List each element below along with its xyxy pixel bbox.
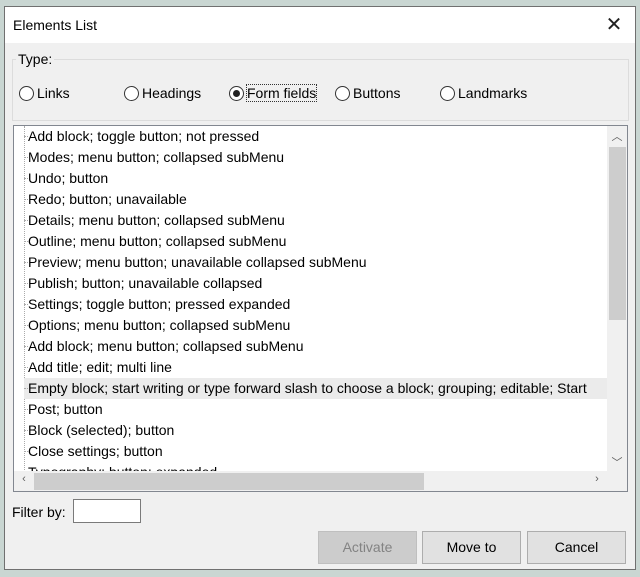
radio-label: Headings (142, 85, 202, 101)
radio-links[interactable]: Links (19, 85, 70, 101)
list-item[interactable]: Add block; menu button; collapsed subMen… (24, 336, 304, 357)
list-item[interactable]: Close settings; button (24, 441, 163, 462)
filter-label: Filter by: (12, 504, 66, 520)
elements-list[interactable]: Add block; toggle button; not pressed Mod… (13, 125, 628, 492)
move-to-button[interactable]: Move to (422, 531, 521, 564)
elements-list-dialog: Elements List ✕ Type: Links Headings Form … (4, 6, 636, 570)
list-item[interactable]: Options; menu button; collapsed subMenu (24, 315, 290, 336)
dialog-title: Elements List (13, 17, 98, 33)
list-item[interactable]: Modes; menu button; collapsed subMenu (24, 147, 284, 168)
scroll-corner (607, 471, 627, 491)
list-item[interactable]: Publish; button; unavailable collapsed (24, 273, 262, 294)
vertical-scroll-thumb[interactable] (609, 147, 626, 320)
scroll-down-icon[interactable]: ﹀ (607, 454, 627, 470)
list-item[interactable]: Redo; button; unavailable (24, 189, 187, 210)
radio-circle[interactable] (440, 85, 455, 101)
activate-button[interactable]: Activate (318, 531, 417, 564)
scroll-up-icon[interactable]: ︿ (607, 128, 627, 144)
list-item[interactable]: Settings; toggle button; pressed expande… (24, 294, 290, 315)
list-item[interactable]: Preview; menu button; unavailable collap… (24, 252, 367, 273)
list-item[interactable]: Add title; edit; multi line (24, 357, 172, 378)
radio-label: Landmarks (458, 85, 528, 101)
radio-label: Buttons (353, 85, 401, 101)
close-icon[interactable]: ✕ (599, 11, 629, 39)
list-item[interactable]: Empty block; start writing or type forwa… (24, 378, 607, 399)
list-item[interactable]: Undo; button (24, 168, 108, 189)
radio-label: Links (37, 85, 70, 101)
scroll-left-icon[interactable]: ‹ (14, 473, 34, 485)
list-item[interactable]: Post; button (24, 399, 103, 420)
type-label: Type: (16, 51, 55, 67)
list-item[interactable]: Add block; toggle button; not pressed (24, 126, 259, 147)
radio-buttons[interactable]: Buttons (335, 85, 400, 101)
radio-circle[interactable] (229, 85, 244, 101)
list-item[interactable]: Details; menu button; collapsed subMenu (24, 210, 285, 231)
scroll-right-icon[interactable]: › (587, 473, 607, 485)
horizontal-scroll-thumb[interactable] (34, 473, 424, 490)
radio-circle[interactable] (124, 85, 139, 101)
list-item[interactable]: Block (selected); button (24, 420, 174, 441)
cancel-button[interactable]: Cancel (527, 531, 626, 564)
filter-input[interactable] (73, 499, 141, 523)
vertical-scrollbar[interactable]: ︿ ﹀ (607, 126, 627, 472)
radio-headings[interactable]: Headings (124, 85, 201, 101)
type-group (12, 59, 629, 121)
list-item[interactable]: Outline; menu button; collapsed subMenu (24, 231, 286, 252)
horizontal-scrollbar[interactable]: ‹ › (14, 471, 607, 491)
radio-label: Form fields (245, 84, 318, 102)
radio-circle[interactable] (335, 85, 350, 101)
radio-circle[interactable] (19, 85, 34, 101)
radio-landmarks[interactable]: Landmarks (440, 85, 527, 101)
radio-form-fields[interactable]: Form fields (229, 84, 318, 102)
title-bar: Elements List ✕ (5, 7, 635, 43)
